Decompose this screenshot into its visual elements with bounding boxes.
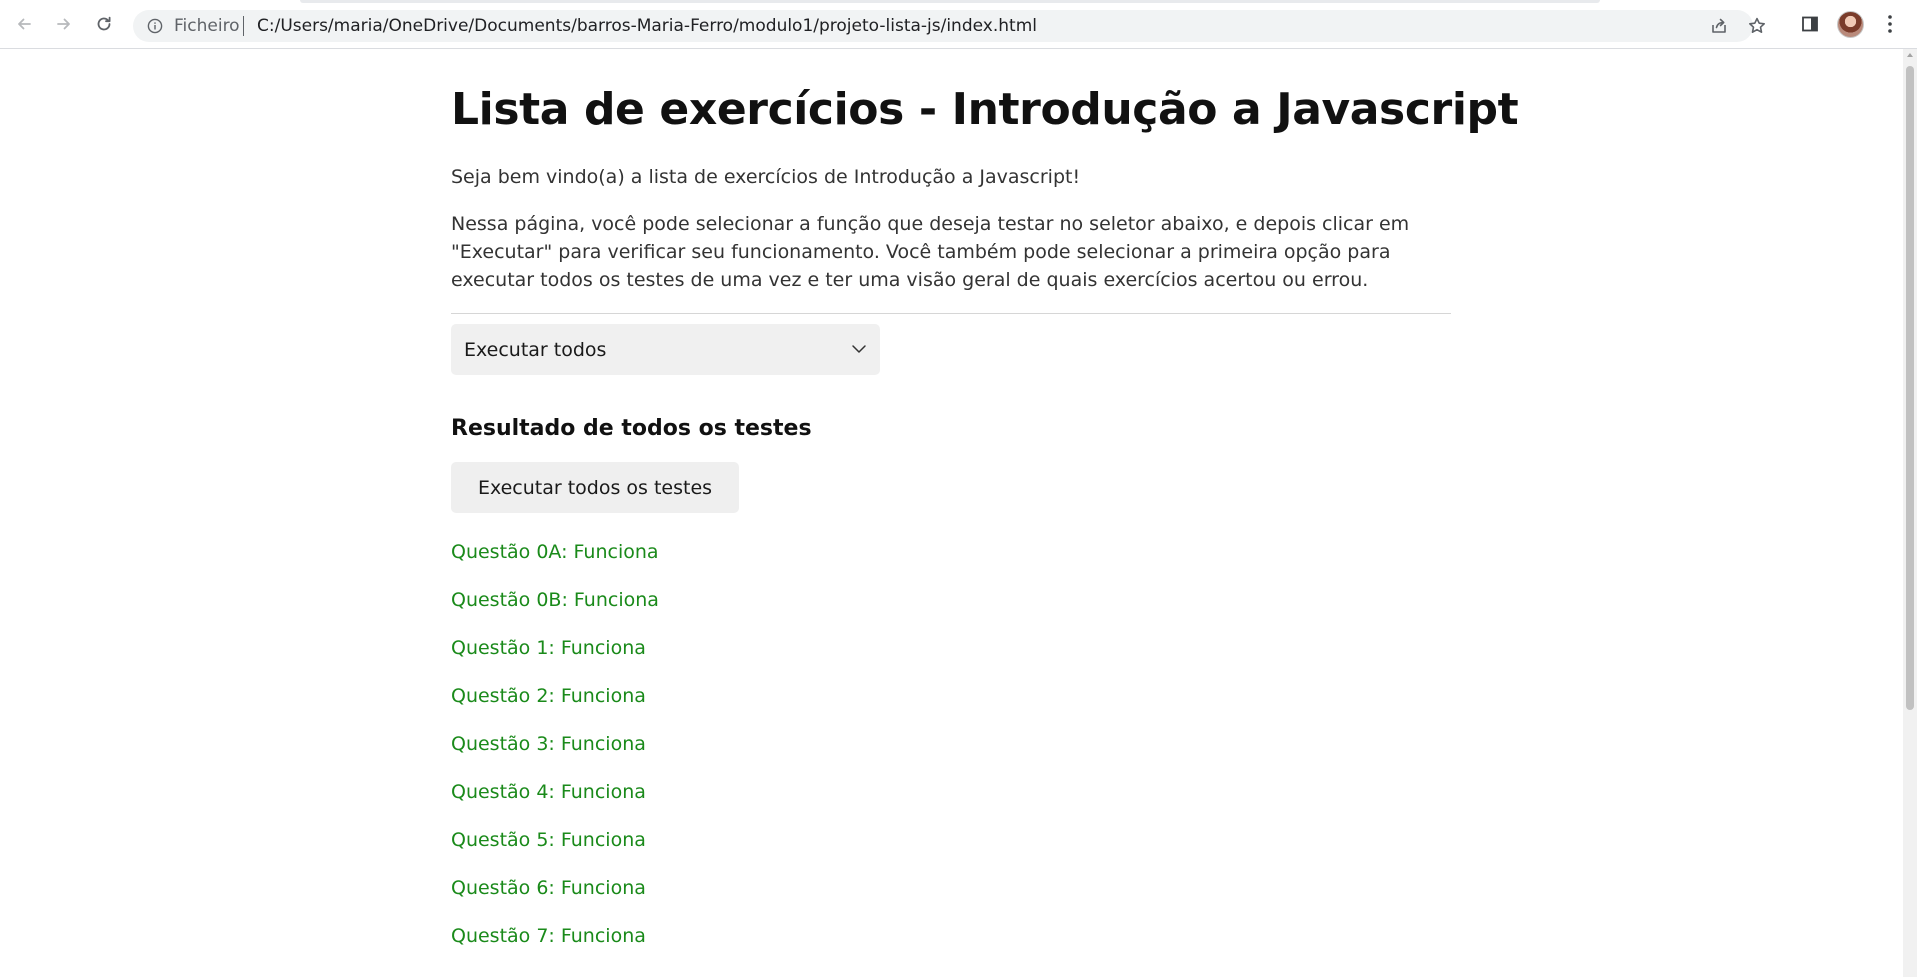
url-separator — [243, 16, 244, 36]
result-item: Questão 2: Funciona — [451, 685, 646, 707]
tab-strip-edge — [300, 0, 1600, 3]
result-item: Questão 5: Funciona — [451, 829, 646, 851]
reload-icon — [97, 16, 111, 31]
results-list: Questão 0A: Funciona Questão 0B: Funcion… — [451, 539, 659, 971]
url-scheme-label: Ficheiro — [174, 16, 240, 36]
side-panel-icon — [1802, 16, 1818, 32]
results-heading: Resultado de todos os testes — [451, 416, 812, 441]
selected-option: Executar todos — [464, 338, 607, 361]
result-item: Questão 4: Funciona — [451, 781, 646, 803]
result-item: Questão 0A: Funciona — [451, 541, 659, 563]
star-icon[interactable] — [1747, 16, 1767, 36]
divider — [451, 313, 1451, 314]
run-all-tests-button[interactable]: Executar todos os testes — [451, 462, 739, 513]
share-icon[interactable] — [1709, 16, 1729, 36]
forward-button[interactable] — [49, 9, 79, 39]
url-text[interactable]: C:/Users/maria/OneDrive/Documents/barros… — [257, 16, 1037, 36]
address-bar[interactable]: Ficheiro C:/Users/maria/OneDrive/Documen… — [133, 10, 1765, 42]
side-panel-button[interactable] — [1798, 12, 1822, 36]
info-icon[interactable] — [147, 18, 163, 34]
function-selector[interactable]: Executar todos — [451, 324, 880, 375]
scroll-up-arrow-icon[interactable] — [1907, 53, 1913, 57]
browser-toolbar: Ficheiro C:/Users/maria/OneDrive/Documen… — [0, 0, 1917, 49]
page-scrollbar[interactable] — [1903, 49, 1917, 977]
page-title: Lista de exercícios - Introdução a Javas… — [451, 84, 1519, 135]
reload-button[interactable] — [89, 9, 119, 39]
back-button[interactable] — [9, 9, 39, 39]
result-item: Questão 7: Funciona — [451, 925, 646, 947]
back-arrow-icon — [18, 18, 31, 30]
result-item: Questão 6: Funciona — [451, 877, 646, 899]
more-vertical-icon — [1888, 15, 1892, 33]
menu-button[interactable] — [1878, 12, 1902, 36]
result-item: Questão 1: Funciona — [451, 637, 646, 659]
description-text: Nessa página, você pode selecionar a fun… — [451, 213, 1410, 291]
forward-arrow-icon — [57, 18, 70, 30]
avatar[interactable] — [1837, 11, 1864, 38]
scrollbar-thumb[interactable] — [1906, 66, 1914, 710]
intro-text: Seja bem vindo(a) a lista de exercícios … — [451, 166, 1081, 188]
result-item: Questão 3: Funciona — [451, 733, 646, 755]
chevron-down-icon — [852, 345, 866, 353]
result-item: Questão 0B: Funciona — [451, 589, 659, 611]
